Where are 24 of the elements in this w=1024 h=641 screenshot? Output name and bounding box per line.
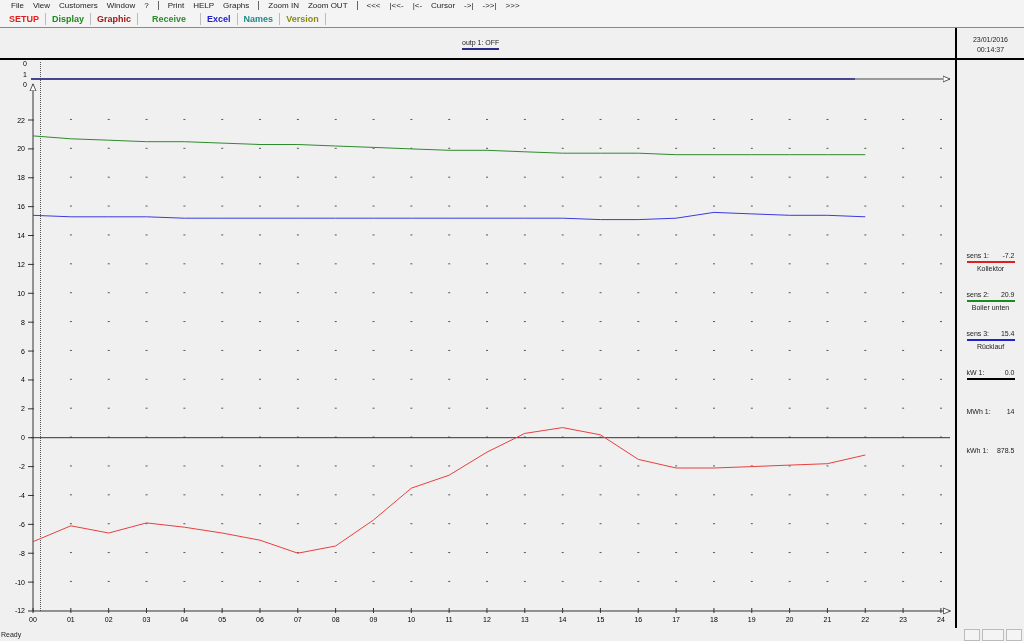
tab[interactable]: Excel <box>201 13 238 25</box>
tab[interactable]: Display <box>46 13 92 25</box>
menu-item[interactable]: Customers <box>59 1 98 10</box>
menu-item[interactable]: Zoom OUT <box>307 1 348 10</box>
menu-item[interactable]: |<<- <box>389 1 404 10</box>
tab[interactable]: SETUP <box>3 13 46 25</box>
menu-item[interactable]: |<- <box>412 1 423 10</box>
menu-item[interactable]: <<< <box>366 1 381 10</box>
menu-item[interactable]: Window <box>106 1 136 10</box>
menu-item[interactable]: ->| <box>464 1 474 10</box>
menu-item[interactable]: File <box>11 1 24 10</box>
menu-item[interactable]: ? <box>144 1 149 10</box>
menu-item[interactable]: >>> <box>505 1 520 10</box>
tab[interactable]: Graphic <box>91 13 139 25</box>
menu-item[interactable]: Zoom IN <box>268 1 299 10</box>
menu-item[interactable]: Graphs <box>223 1 250 10</box>
menu-item[interactable]: View <box>32 1 51 10</box>
menu-item[interactable]: HELP <box>193 1 215 10</box>
tab[interactable]: Receive <box>138 13 202 25</box>
menu-item[interactable]: Cursor <box>431 1 456 10</box>
tab[interactable]: Names <box>237 13 281 25</box>
menu-item[interactable]: Print <box>167 1 185 10</box>
menu-item[interactable]: ->>| <box>482 1 497 10</box>
cursor-line[interactable] <box>39 62 41 611</box>
